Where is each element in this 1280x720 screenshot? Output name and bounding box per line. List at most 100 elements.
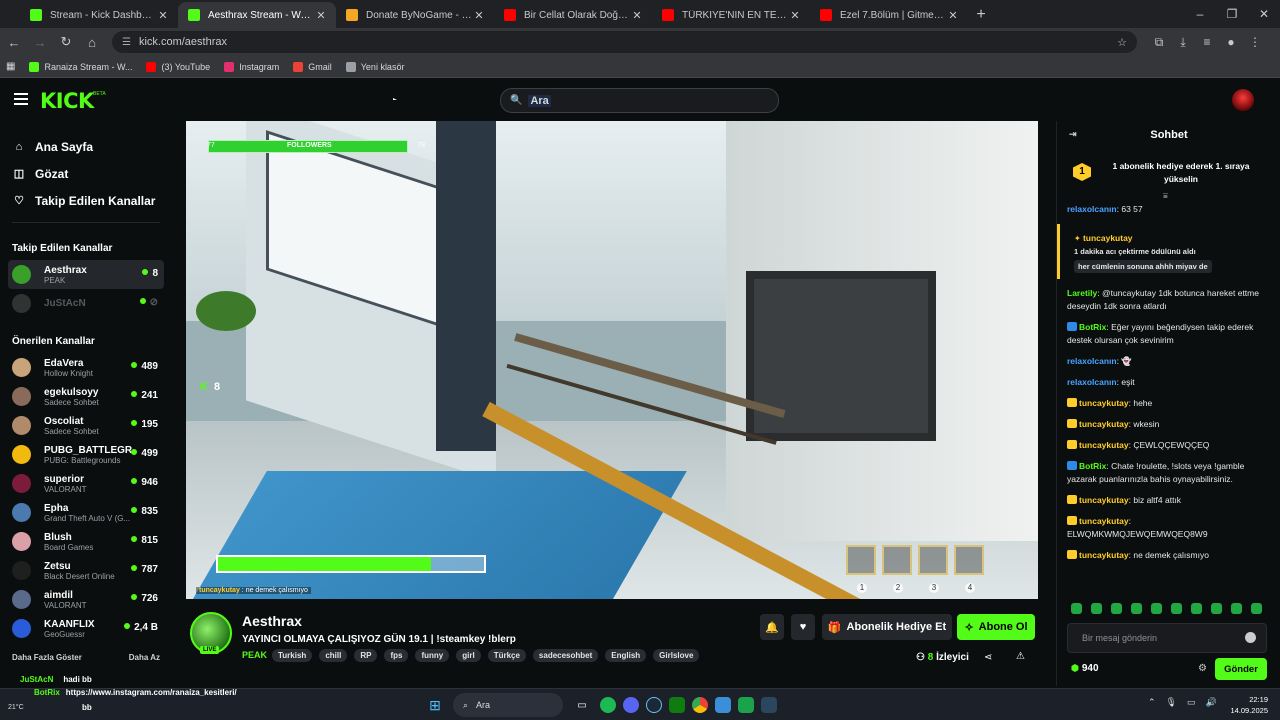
new-tab-button[interactable]: + [968,2,994,28]
kick-app-icon[interactable] [738,697,754,713]
subscribe-button[interactable]: ✧ Abone Ol [957,614,1035,640]
gift-leaderboard-banner[interactable]: 1 1 abonelik hediye ederek 1. sıraya yük… [1057,151,1280,201]
chat-username[interactable]: relaxolcanın [1067,356,1117,366]
kick-logo[interactable]: KICK [40,89,94,113]
channel-item[interactable]: Aesthrax PEAK 8 [8,260,164,289]
nav-item[interactable]: ◫ Gözat [0,160,172,187]
browser-tab[interactable]: Aesthrax Stream - Watch Live o✕ [178,2,336,28]
menu-icon[interactable] [14,93,28,105]
taskbar-search[interactable]: ⌕ Ara [453,693,563,717]
collapse-chat-icon[interactable]: ⇥ [1069,129,1077,140]
user-avatar[interactable] [1232,89,1254,111]
bookmark-item[interactable]: Ranaiza Stream - W... [29,61,132,72]
emote-icon[interactable] [1251,603,1262,614]
chat-username[interactable]: tuncaykutay [1079,419,1129,429]
chat-input[interactable]: Bir mesaj gönderin [1067,623,1267,653]
chat-username[interactable]: tuncaykutay [1079,440,1129,450]
chat-username[interactable]: tuncaykutay [1079,398,1129,408]
emote-icon[interactable] [1231,603,1242,614]
channel-item[interactable]: PUBG_BATTLEGR... PUBG: Battlegrounds 499 [8,440,164,469]
channel-item[interactable]: Oscoliat Sadece Sohbet 195 [8,411,164,440]
steam-icon[interactable] [646,697,662,713]
chat-username[interactable]: tuncaykutay [1079,495,1129,505]
emote-icon[interactable] [1151,603,1162,614]
stream-tag[interactable]: Turkish [272,649,313,662]
bookmark-item[interactable]: Gmail [293,61,332,72]
bookmark-item[interactable]: Yeni klasör [345,61,404,72]
chat-username[interactable]: Laretily [1067,288,1097,298]
stream-tag[interactable]: English [605,649,647,662]
chat-username[interactable]: tuncaykutay [1079,550,1129,560]
channel-name[interactable]: Aesthrax [242,613,302,629]
reload-icon[interactable]: ↻ [54,30,78,54]
minimize-icon[interactable]: – [1184,0,1216,28]
maximize-icon[interactable]: ❐ [1216,0,1248,28]
emote-icon[interactable] [1071,603,1082,614]
back-icon[interactable]: ← [2,30,26,54]
share-icon[interactable]: ⋖ [984,652,992,663]
bookmark-item[interactable]: (3) YouTube [146,61,210,72]
url-field[interactable]: ☰ kick.com/aesthrax ☆ [112,31,1137,53]
gift-subscription-button[interactable]: 🎁 Abonelik Hediye Et [822,614,952,640]
browser-tab[interactable]: Stream - Kick Dashboard ✕ [20,2,178,28]
chat-username[interactable]: tuncaykutay [1079,516,1129,526]
profile-icon[interactable]: ● [1219,30,1243,54]
emote-icon[interactable] [1191,603,1202,614]
stream-tag[interactable]: chill [319,649,348,662]
redeem-user[interactable]: tuncaykutay [1083,233,1133,243]
emote-icon[interactable] [1111,603,1122,614]
forward-icon[interactable]: → [28,30,52,54]
channel-item[interactable]: Blush Board Games 815 [8,527,164,556]
channel-item[interactable]: JuStAcN ⊘ [8,289,164,318]
nav-item[interactable]: ♡ Takip Edilen Kanallar [0,187,172,214]
tab-close-icon[interactable]: ✕ [472,9,486,22]
download-icon[interactable]: ⤓ [1171,30,1195,54]
microphone-icon[interactable]: 🎙 [1166,697,1177,708]
search-input[interactable]: 🔍 Ara [500,88,779,113]
stream-tag[interactable]: sadecesohbet [532,649,599,662]
chat-username[interactable]: BotRix [1079,461,1106,471]
expand-pinned-icon[interactable]: ⩸ [1163,191,1168,201]
send-button[interactable]: Gönder [1215,658,1267,680]
chrome-icon[interactable] [692,697,708,713]
emote-icon[interactable] [1131,603,1142,614]
channel-item[interactable]: egekulsoyy Sadece Sohbet 241 [8,382,164,411]
channel-item[interactable]: superior VALORANT 946 [8,469,164,498]
channel-item[interactable]: KAANFLIX GeoGuessr 2,4 B [8,614,164,643]
bookmark-item[interactable]: Instagram [224,61,279,72]
task-view-icon[interactable]: ▭ [571,694,593,716]
tab-close-icon[interactable]: ✕ [630,9,644,22]
emote-icon[interactable] [1171,603,1182,614]
chat-settings-icon[interactable]: ⚙ [1198,663,1207,674]
tab-close-icon[interactable]: ✕ [788,9,802,22]
app-icon[interactable] [715,697,731,713]
discord-icon[interactable] [623,697,639,713]
show-less-button[interactable]: Daha Az [129,653,160,662]
start-icon[interactable]: ⊞ [424,694,446,716]
steam-client-icon[interactable] [761,697,777,713]
apps-grid-icon[interactable]: ▦ [6,61,15,72]
browser-tab[interactable]: Bir Cellat Olarak Doğsaydın? - Y✕ [494,2,652,28]
emote-icon[interactable] [1211,603,1222,614]
extensions-icon[interactable]: ⧉ [1147,30,1171,54]
show-more-button[interactable]: Daha Fazla Göster [12,653,82,662]
report-icon[interactable]: ⚠ [1016,651,1025,662]
channel-points[interactable]: ⬢ 940 [1071,663,1099,674]
notification-bell-button[interactable]: 🔔 [760,614,784,640]
nav-item[interactable]: ⌂ Ana Sayfa [0,133,172,160]
channel-item[interactable]: aimdil VALORANT 726 [8,585,164,614]
follow-heart-button[interactable]: ♥ [791,614,815,640]
stream-tag[interactable]: funny [415,649,450,662]
stream-category[interactable]: PEAK [242,650,267,660]
browser-tab[interactable]: Ezel 7.Bölüm | Gitmek - Kalmak✕ [810,2,968,28]
chat-username[interactable]: relaxolcanın [1067,377,1117,387]
emoji-icon[interactable] [1245,632,1256,643]
tab-close-icon[interactable]: ✕ [156,9,170,22]
chat-username[interactable]: relaxolcanın [1067,204,1117,214]
browser-tab[interactable]: Donate ByNoGame - Gelen/Gi✕ [336,2,494,28]
xbox-icon[interactable] [669,697,685,713]
site-info-icon[interactable]: ☰ [122,37,131,48]
bookmark-star-icon[interactable]: ☆ [1117,36,1127,49]
stream-tag[interactable]: girl [456,649,481,662]
media-icon[interactable]: ≡ [1195,30,1219,54]
